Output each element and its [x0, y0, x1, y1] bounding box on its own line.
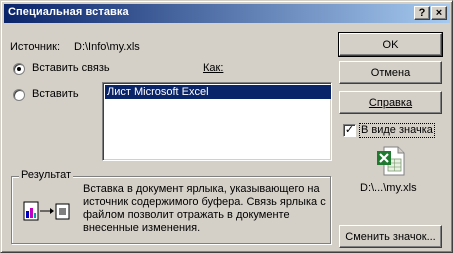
- excel-sheet-icon: [377, 146, 405, 176]
- title-bar[interactable]: Специальная вставка ? ×: [4, 4, 450, 23]
- icon-caption: D:\...\my.xls: [360, 182, 417, 194]
- dialog-title: Специальная вставка: [8, 6, 129, 18]
- help-title-button[interactable]: ?: [414, 6, 430, 20]
- question-icon: ?: [418, 6, 426, 19]
- ok-button[interactable]: OK: [338, 32, 443, 57]
- help-button[interactable]: Справка: [339, 91, 442, 114]
- paste-link-radio[interactable]: [13, 63, 25, 75]
- display-as-icon-checkbox[interactable]: ✓: [343, 124, 356, 137]
- list-item[interactable]: Лист Microsoft Excel: [105, 85, 331, 99]
- change-icon-button[interactable]: Сменить значок...: [339, 225, 442, 248]
- source-path: D:\Info\my.xls: [74, 41, 140, 53]
- paste-radio[interactable]: [13, 89, 25, 101]
- result-description: Вставка в документ ярлыка, указывающего …: [83, 183, 326, 234]
- help-button-label: Справка: [368, 96, 413, 109]
- cancel-button[interactable]: Отмена: [339, 61, 442, 84]
- paste-link-result-icon: [23, 201, 70, 221]
- paste-label[interactable]: Вставить: [32, 88, 79, 100]
- format-listbox[interactable]: Лист Microsoft Excel: [102, 82, 332, 161]
- as-label: Как:: [203, 62, 224, 74]
- display-as-icon-label[interactable]: В виде значка: [359, 123, 435, 138]
- close-button[interactable]: ×: [431, 6, 447, 20]
- close-icon: ×: [435, 6, 443, 19]
- paste-link-label[interactable]: Вставить связь: [32, 62, 110, 74]
- source-label: Источник:: [10, 41, 61, 53]
- paste-special-dialog: Специальная вставка ? × Источник: D:\Inf…: [0, 0, 453, 253]
- result-legend: Результат: [19, 169, 74, 181]
